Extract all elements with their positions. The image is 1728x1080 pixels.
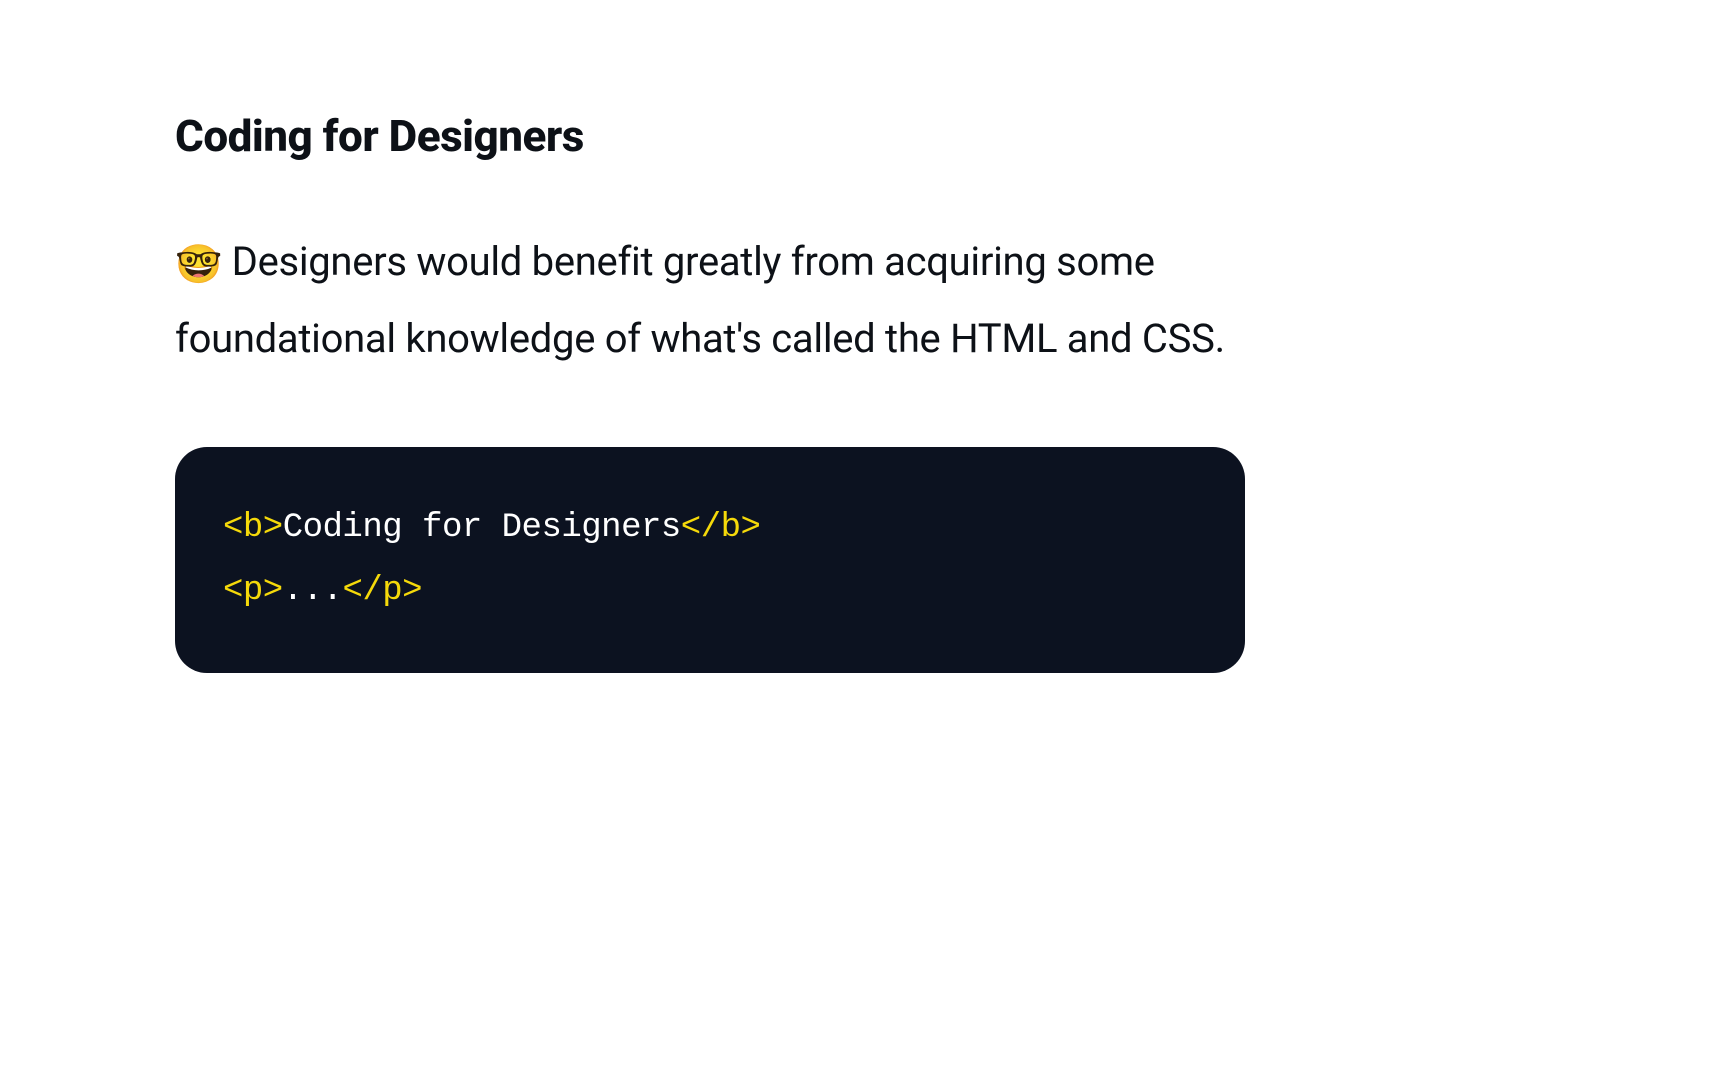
code-block: <b>Coding for Designers</b> <p>...</p> [175, 447, 1245, 673]
article-content: Coding for Designers 🤓 Designers would b… [175, 110, 1245, 673]
code-close-tag: </p> [342, 572, 422, 610]
code-open-tag: <p> [223, 572, 283, 610]
code-close-tag: </b> [681, 509, 761, 547]
code-content: Coding for Designers [283, 509, 681, 547]
code-line-2: <p>...</p> [223, 560, 1197, 623]
paragraph-text: Designers would benefit greatly from acq… [175, 238, 1225, 362]
article-paragraph: 🤓 Designers would benefit greatly from a… [175, 224, 1245, 377]
code-open-tag: <b> [223, 509, 283, 547]
code-content: ... [283, 572, 343, 610]
code-line-1: <b>Coding for Designers</b> [223, 497, 1197, 560]
article-heading: Coding for Designers [175, 110, 1245, 162]
nerd-face-emoji-icon: 🤓 [175, 243, 222, 287]
